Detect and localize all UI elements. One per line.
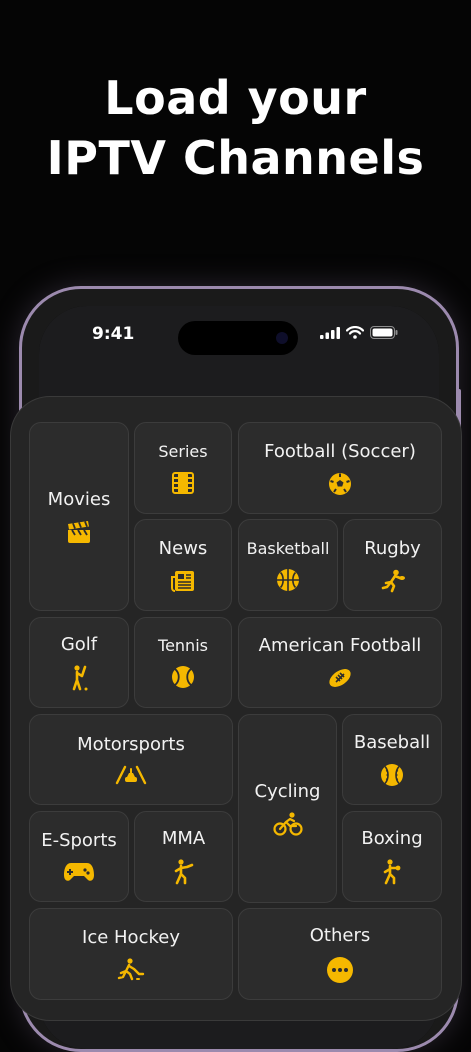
category-label: Movies bbox=[47, 489, 111, 510]
category-label: Motorsports bbox=[77, 734, 185, 755]
category-label: American Football bbox=[258, 635, 422, 656]
category-tile-mma[interactable]: MMA bbox=[134, 811, 233, 902]
clapperboard-icon bbox=[68, 521, 90, 543]
headline: Load your IPTV Channels bbox=[0, 68, 471, 188]
category-tile-movies[interactable]: Movies bbox=[29, 422, 129, 611]
category-label: Baseball bbox=[353, 732, 431, 753]
category-tile-baseball[interactable]: Baseball bbox=[342, 714, 442, 805]
hockey-player-icon bbox=[117, 957, 145, 980]
category-label: Cycling bbox=[254, 781, 321, 802]
battery-icon bbox=[370, 326, 398, 339]
category-label: Tennis bbox=[158, 636, 208, 655]
baseball-icon bbox=[381, 764, 403, 786]
category-label: Series bbox=[158, 441, 208, 461]
gamepad-icon bbox=[64, 863, 94, 881]
category-tile-football-soccer[interactable]: Football (Soccer) bbox=[238, 422, 442, 514]
category-label: E-Sports bbox=[41, 830, 117, 851]
newspaper-icon bbox=[171, 570, 194, 592]
category-label: Boxing bbox=[361, 828, 423, 849]
race-track-icon bbox=[115, 765, 147, 785]
category-tile-american-football[interactable]: American Football bbox=[238, 617, 442, 708]
basketball-icon bbox=[277, 568, 299, 591]
category-tile-others[interactable]: Others bbox=[238, 908, 442, 1000]
category-tile-basketball[interactable]: Basketball bbox=[238, 519, 338, 611]
soccer-ball-icon bbox=[329, 472, 351, 495]
headline-line-2: IPTV Channels bbox=[46, 131, 425, 185]
rugby-player-icon bbox=[381, 569, 405, 592]
status-icons bbox=[320, 326, 398, 339]
film-strip-icon bbox=[172, 471, 194, 494]
status-time: 9:41 bbox=[92, 324, 135, 344]
category-label: Others bbox=[309, 924, 371, 946]
category-tile-ice-hockey[interactable]: Ice Hockey bbox=[29, 908, 233, 1000]
category-label: Basketball bbox=[246, 538, 330, 558]
category-tile-tennis[interactable]: Tennis bbox=[134, 617, 232, 708]
category-label: Rugby bbox=[364, 537, 421, 559]
category-label: Football (Soccer) bbox=[264, 440, 416, 462]
golfer-icon bbox=[72, 665, 88, 691]
category-tile-e-sports[interactable]: E-Sports bbox=[29, 811, 129, 902]
category-label: Golf bbox=[60, 634, 98, 655]
headline-line-1: Load your bbox=[104, 71, 367, 125]
signal-icon bbox=[320, 326, 340, 339]
category-label: News bbox=[158, 537, 208, 559]
fighter-icon bbox=[174, 859, 193, 885]
category-tile-cycling[interactable]: Cycling bbox=[238, 714, 337, 903]
dynamic-island bbox=[178, 321, 298, 355]
tennis-ball-icon bbox=[172, 666, 194, 688]
category-tile-golf[interactable]: Golf bbox=[29, 617, 129, 708]
category-tile-motorsports[interactable]: Motorsports bbox=[29, 714, 233, 805]
category-label: Ice Hockey bbox=[82, 926, 180, 948]
american-football-icon bbox=[329, 669, 351, 687]
category-label: MMA bbox=[161, 828, 206, 849]
more-dots-icon bbox=[327, 956, 353, 983]
bicycle-icon bbox=[272, 812, 303, 836]
category-tile-series[interactable]: Series bbox=[134, 422, 232, 514]
category-tile-news[interactable]: News bbox=[134, 519, 232, 611]
wifi-icon bbox=[346, 326, 364, 339]
camera-icon bbox=[276, 332, 288, 344]
boxer-icon bbox=[383, 859, 401, 885]
category-tile-boxing[interactable]: Boxing bbox=[342, 811, 442, 902]
category-tile-rugby[interactable]: Rugby bbox=[343, 519, 442, 611]
